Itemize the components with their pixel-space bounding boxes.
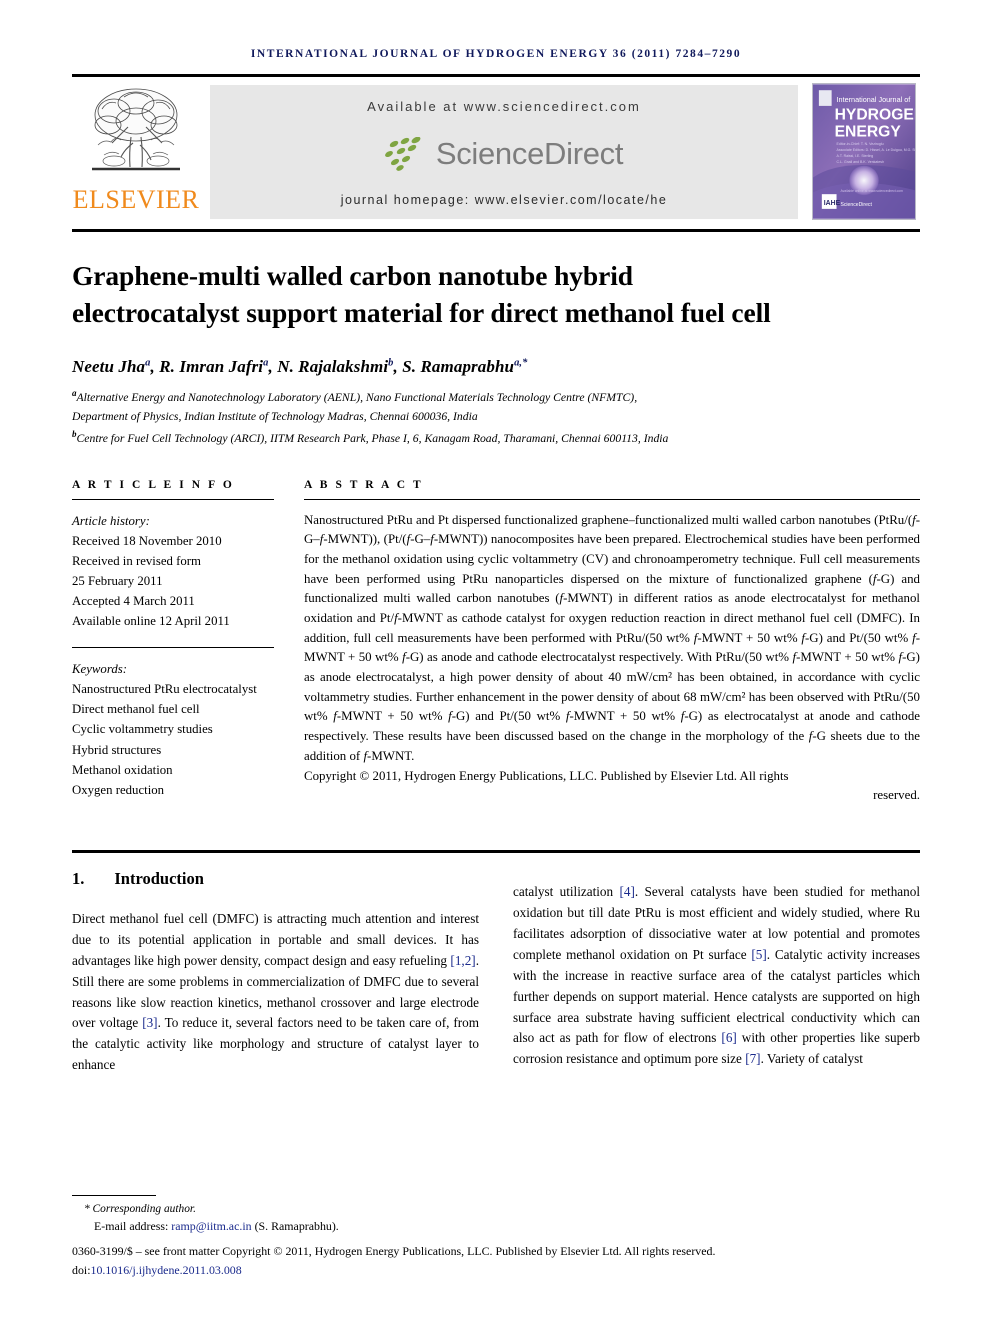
author-name: Neetu Jha [72, 357, 146, 377]
author-affil-marker: a [263, 357, 269, 369]
article-info-heading: A R T I C L E I N F O [72, 478, 235, 491]
svg-text:International Journal of: International Journal of [837, 95, 912, 104]
email-label: E-mail address: [94, 1219, 169, 1234]
intro-paragraph-right: catalyst utilization [4]. Several cataly… [513, 884, 920, 1067]
affiliations: aAlternative Energy and Nanotechnology L… [72, 386, 920, 449]
keyword-item: Nanostructured PtRu electrocatalyst [72, 682, 257, 697]
front-matter-line: 0360-3199/$ – see front matter Copyright… [72, 1244, 716, 1259]
corresponding-author-note: * Corresponding author. [84, 1203, 196, 1216]
doi-value[interactable]: 10.1016/j.ijhydene.2011.03.008 [91, 1263, 242, 1277]
abstract-copyright: Copyright © 2011, Hydrogen Energy Public… [304, 768, 789, 783]
author-affil-marker: a,* [514, 357, 528, 369]
email-owner: (S. Ramaprabhu). [254, 1219, 339, 1234]
abstract-text: Nanostructured PtRu and Pt dispersed fun… [304, 512, 920, 763]
journal-cover-container: International Journal of HYDROGEN ENERGY… [808, 77, 920, 229]
email-link[interactable]: ramp@iitm.ac.in [171, 1219, 251, 1233]
svg-text:A.T. Raissi, I.E. Sterling: A.T. Raissi, I.E. Sterling [837, 154, 874, 158]
affiliation-b: bCentre for Fuel Cell Technology (ARCI),… [72, 427, 920, 449]
keyword-item: Hybrid structures [72, 742, 162, 757]
affiliation-a-cont: Department of Physics, Indian Institute … [72, 409, 478, 423]
history-item: Accepted 4 March 2011 [72, 594, 195, 609]
keyword-item: Oxygen reduction [72, 782, 165, 797]
history-item: Received 18 November 2010 [72, 533, 222, 548]
citation-ref[interactable]: [5] [751, 947, 766, 962]
publisher-branding: ELSEVIER [72, 77, 200, 229]
citation-ref[interactable]: [1,2] [450, 953, 475, 968]
author-affil-marker: a [145, 357, 151, 369]
article-info-column: A R T I C L E I N F O Article history: R… [72, 479, 304, 806]
body-column-left: 1. Introduction Direct methanol fuel cel… [72, 869, 479, 1090]
author-list: Neetu Jhaa, R. Imran Jafria, N. Rajalaks… [72, 357, 528, 377]
citation-ref[interactable]: [7] [745, 1051, 760, 1066]
abstract-body: Nanostructured PtRu and Pt dispersed fun… [304, 511, 920, 806]
svg-text:IAHE: IAHE [824, 200, 841, 207]
body-column-right: catalyst utilization [4]. Several cataly… [513, 869, 920, 1090]
masthead-bottom-rule [72, 229, 920, 232]
svg-text:Editor-in-Chief: T. N. Vezirog: Editor-in-Chief: T. N. Veziroglu [837, 142, 884, 146]
svg-text:Available online at www.scienc: Available online at www.sciencedirect.co… [840, 189, 903, 193]
section-title: Introduction [114, 868, 204, 888]
history-item: 25 February 2011 [72, 574, 163, 588]
elsevier-wordmark: ELSEVIER [72, 185, 200, 214]
author-name: S. Ramaprabhu [402, 357, 515, 377]
abstract-heading: A B S T R A C T [304, 478, 424, 491]
keyword-item: Cyclic voltammetry studies [72, 722, 213, 737]
sciencedirect-panel: Available at www.sciencedirect.com Scien… [210, 85, 798, 219]
affiliation-text: Alternative Energy and Nanotechnology La… [76, 391, 638, 405]
citation-ref[interactable]: [4] [619, 884, 634, 899]
keywords-label: Keywords: [72, 662, 127, 677]
history-item: Received in revised form [72, 553, 201, 568]
sciencedirect-wordmark: ScienceDirect [435, 135, 624, 171]
author-affil-marker: b [388, 357, 394, 369]
section-number: 1. [72, 868, 85, 888]
doi-line: doi:10.1016/j.ijhydene.2011.03.008 [72, 1261, 920, 1279]
article-history-label: Article history: [72, 513, 150, 528]
email-line: E-mail address: ramp@iitm.ac.in (S. Rama… [72, 1218, 920, 1236]
affiliation-a: aAlternative Energy and Nanotechnology L… [72, 386, 920, 408]
svg-text:HYDROGEN: HYDROGEN [835, 107, 916, 124]
page-footer: * Corresponding author. E-mail address: … [72, 1195, 920, 1279]
elsevier-tree-logo [92, 88, 180, 171]
sciencedirect-leaf-icon [384, 136, 421, 171]
journal-masthead: ELSEVIER Available at www.sciencedirect.… [72, 74, 920, 229]
doi-prefix: doi: [72, 1262, 91, 1277]
sciencedirect-logo: ScienceDirect [384, 135, 624, 172]
abstract-column: A B S T R A C T Nanostructured PtRu and … [304, 479, 920, 806]
footnote-rule [72, 1195, 156, 1197]
abstract-rule [304, 498, 920, 500]
title-line-2: electrocatalyst support material for dir… [72, 296, 771, 328]
intro-paragraph-left: Direct methanol fuel cell (DMFC) is attr… [72, 910, 479, 1073]
affiliation-text: Centre for Fuel Cell Technology (ARCI), … [76, 431, 669, 445]
author-name: R. Imran Jafri [159, 357, 264, 377]
info-abstract-row: A R T I C L E I N F O Article history: R… [72, 479, 920, 806]
body-top-rule [72, 849, 920, 853]
keyword-item: Direct methanol fuel cell [72, 702, 200, 717]
citation-ref[interactable]: [3] [142, 1015, 157, 1030]
journal-homepage-line: journal homepage: www.elsevier.com/locat… [340, 193, 668, 207]
running-head: INTERNATIONAL JOURNAL OF HYDROGEN ENERGY… [250, 48, 742, 60]
svg-text:ENERGY: ENERGY [835, 123, 902, 140]
citation-ref[interactable]: [6] [721, 1030, 736, 1045]
journal-cover-thumbnail: International Journal of HYDROGEN ENERGY… [812, 83, 916, 220]
title-line-1: Graphene-multi walled carbon nanotube hy… [72, 260, 633, 291]
section-heading-introduction: 1. Introduction [72, 869, 479, 889]
abstract-copyright-tail: reserved. [873, 788, 920, 803]
author-name: N. Rajalakshmi [277, 357, 389, 377]
body-columns: 1. Introduction Direct methanol fuel cel… [72, 869, 920, 1090]
available-at-line: Available at www.sciencedirect.com [367, 99, 641, 114]
keywords-rule [72, 647, 274, 649]
article-page: INTERNATIONAL JOURNAL OF HYDROGEN ENERGY… [0, 0, 992, 1323]
article-info-rule [72, 498, 274, 500]
svg-text:Associate Editors: D. Hissel,: Associate Editors: D. Hissel, A. Le Duig… [837, 148, 916, 152]
svg-text:C.L. Gnall and B.K. Venkatesh: C.L. Gnall and B.K. Venkatesh [837, 160, 885, 164]
keyword-item: Methanol oxidation [72, 762, 173, 777]
svg-text:ScienceDirect: ScienceDirect [840, 202, 872, 208]
page-title: Graphene-multi walled carbon nanotube hy… [72, 258, 920, 331]
history-item: Available online 12 April 2011 [72, 614, 230, 629]
